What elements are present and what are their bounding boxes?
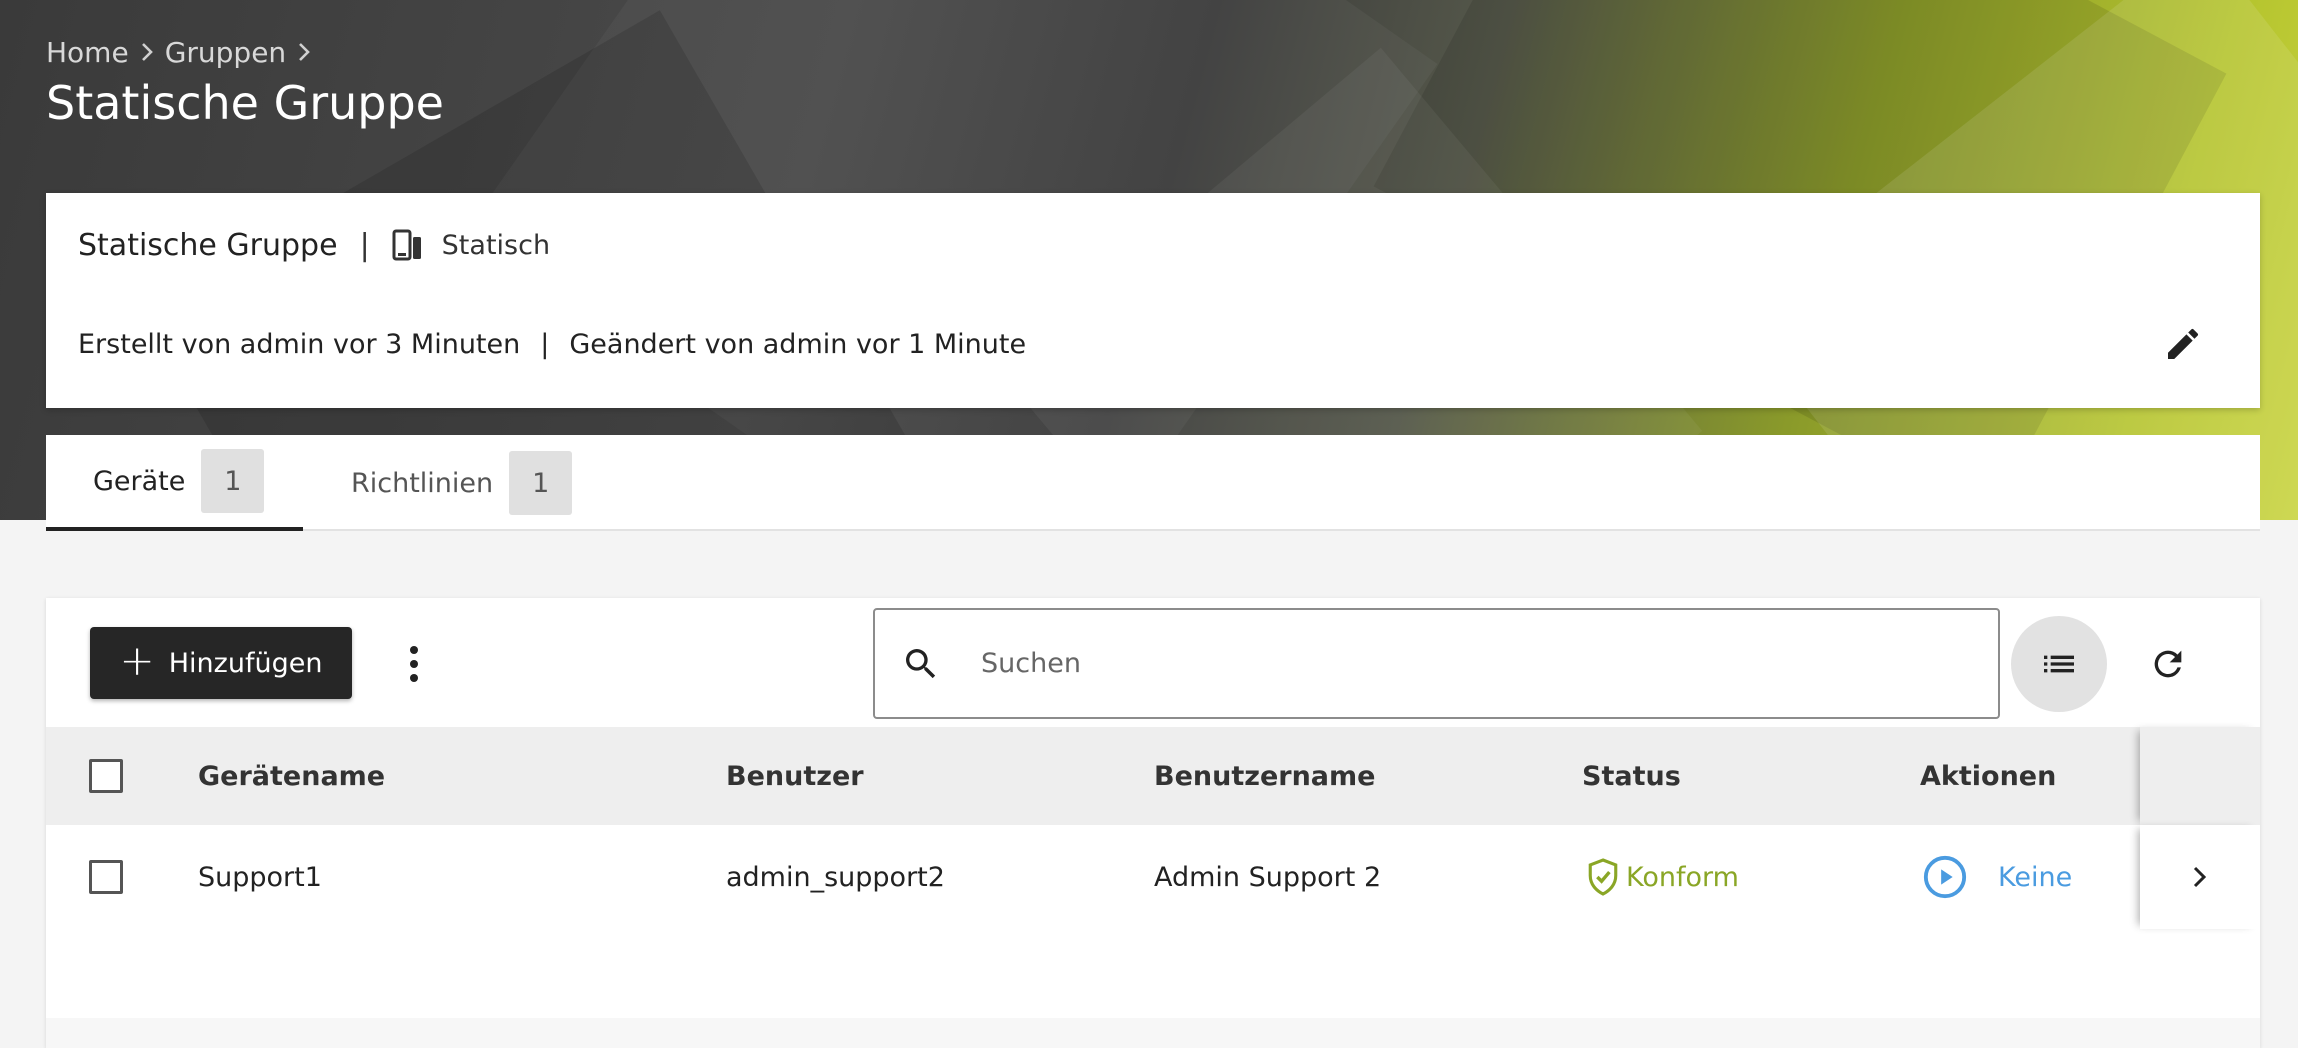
plus-icon: + — [119, 636, 155, 685]
sticky-column-header — [2140, 727, 2260, 825]
group-name: Statische Gruppe — [78, 227, 338, 263]
tab-bar: Geräte 1 Richtlinien 1 — [46, 435, 2260, 531]
count-badge: 1 — [201, 449, 265, 513]
row-checkbox[interactable] — [89, 860, 123, 894]
status-label: Konform — [1626, 861, 1739, 893]
tab-richtlinien[interactable]: Richtlinien 1 — [351, 435, 573, 531]
search-icon — [901, 642, 945, 686]
select-all-checkbox[interactable] — [89, 759, 123, 793]
more-options-button[interactable] — [386, 636, 442, 692]
devices-list-card: + Hinzufügen Gerätename Benutzer Benutze… — [46, 598, 2260, 1048]
cell-username: Admin Support 2 — [1154, 861, 1382, 893]
modified-info: Geändert von admin vor 1 Minute — [569, 328, 1027, 360]
table-footer — [46, 1018, 2260, 1048]
breadcrumb-gruppen[interactable]: Gruppen — [165, 36, 286, 69]
search-box — [873, 608, 2000, 719]
tab-geraete[interactable]: Geräte 1 — [46, 435, 303, 531]
group-summary: Statische Gruppe | Statisch — [78, 223, 550, 267]
group-type: Statisch — [441, 229, 551, 261]
refresh-icon — [2154, 650, 2182, 678]
tab-label: Geräte — [93, 465, 186, 497]
refresh-button[interactable] — [2140, 636, 2196, 692]
chevron-right-icon — [2193, 866, 2207, 888]
play-circle-icon — [1923, 855, 1967, 899]
separator: | — [540, 328, 550, 360]
more-vertical-icon — [410, 646, 418, 682]
column-aktionen: Aktionen — [1920, 760, 2057, 792]
created-info: Erstellt von admin vor 3 Minuten — [78, 328, 521, 360]
cell-user: admin_support2 — [726, 861, 945, 893]
column-status[interactable]: Status — [1582, 727, 1681, 825]
tab-label: Richtlinien — [351, 467, 494, 499]
row-details-button[interactable] — [2140, 825, 2260, 929]
column-benutzername[interactable]: Benutzername — [1154, 727, 1375, 825]
column-benutzer[interactable]: Benutzer — [726, 727, 864, 825]
count-badge: 1 — [509, 451, 573, 515]
list-view-toggle[interactable] — [2011, 616, 2107, 712]
add-button-label: Hinzufügen — [168, 647, 323, 679]
separator: | — [359, 227, 370, 263]
breadcrumb-home[interactable]: Home — [46, 36, 129, 69]
table-header: Gerätename Benutzer Benutzername Status … — [46, 727, 2260, 825]
device-group-icon — [392, 229, 421, 261]
breadcrumb: Home Gruppen — [46, 34, 312, 70]
chevron-right-icon — [141, 43, 153, 61]
group-meta: Erstellt von admin vor 3 Minuten | Geänd… — [78, 324, 1026, 364]
column-geraetename[interactable]: Gerätename — [198, 727, 385, 825]
cell-action[interactable]: Keine — [1922, 825, 2072, 929]
action-label: Keine — [1998, 861, 2073, 893]
search-input[interactable] — [981, 648, 1881, 679]
cell-status: Konform — [1586, 825, 1739, 929]
page-title: Statische Gruppe — [46, 76, 444, 130]
table-row[interactable]: Support1 admin_support2 Admin Support 2 … — [46, 825, 2260, 929]
edit-button[interactable] — [2158, 319, 2208, 369]
group-info-card: Statische Gruppe | Statisch Erstellt von… — [46, 193, 2260, 408]
cell-device-name[interactable]: Support1 — [198, 825, 322, 929]
chevron-right-icon — [299, 43, 311, 61]
add-button[interactable]: + Hinzufügen — [90, 627, 352, 699]
shield-check-icon — [1588, 858, 1618, 896]
pencil-icon — [2168, 328, 2199, 359]
list-view-icon — [2044, 655, 2074, 673]
